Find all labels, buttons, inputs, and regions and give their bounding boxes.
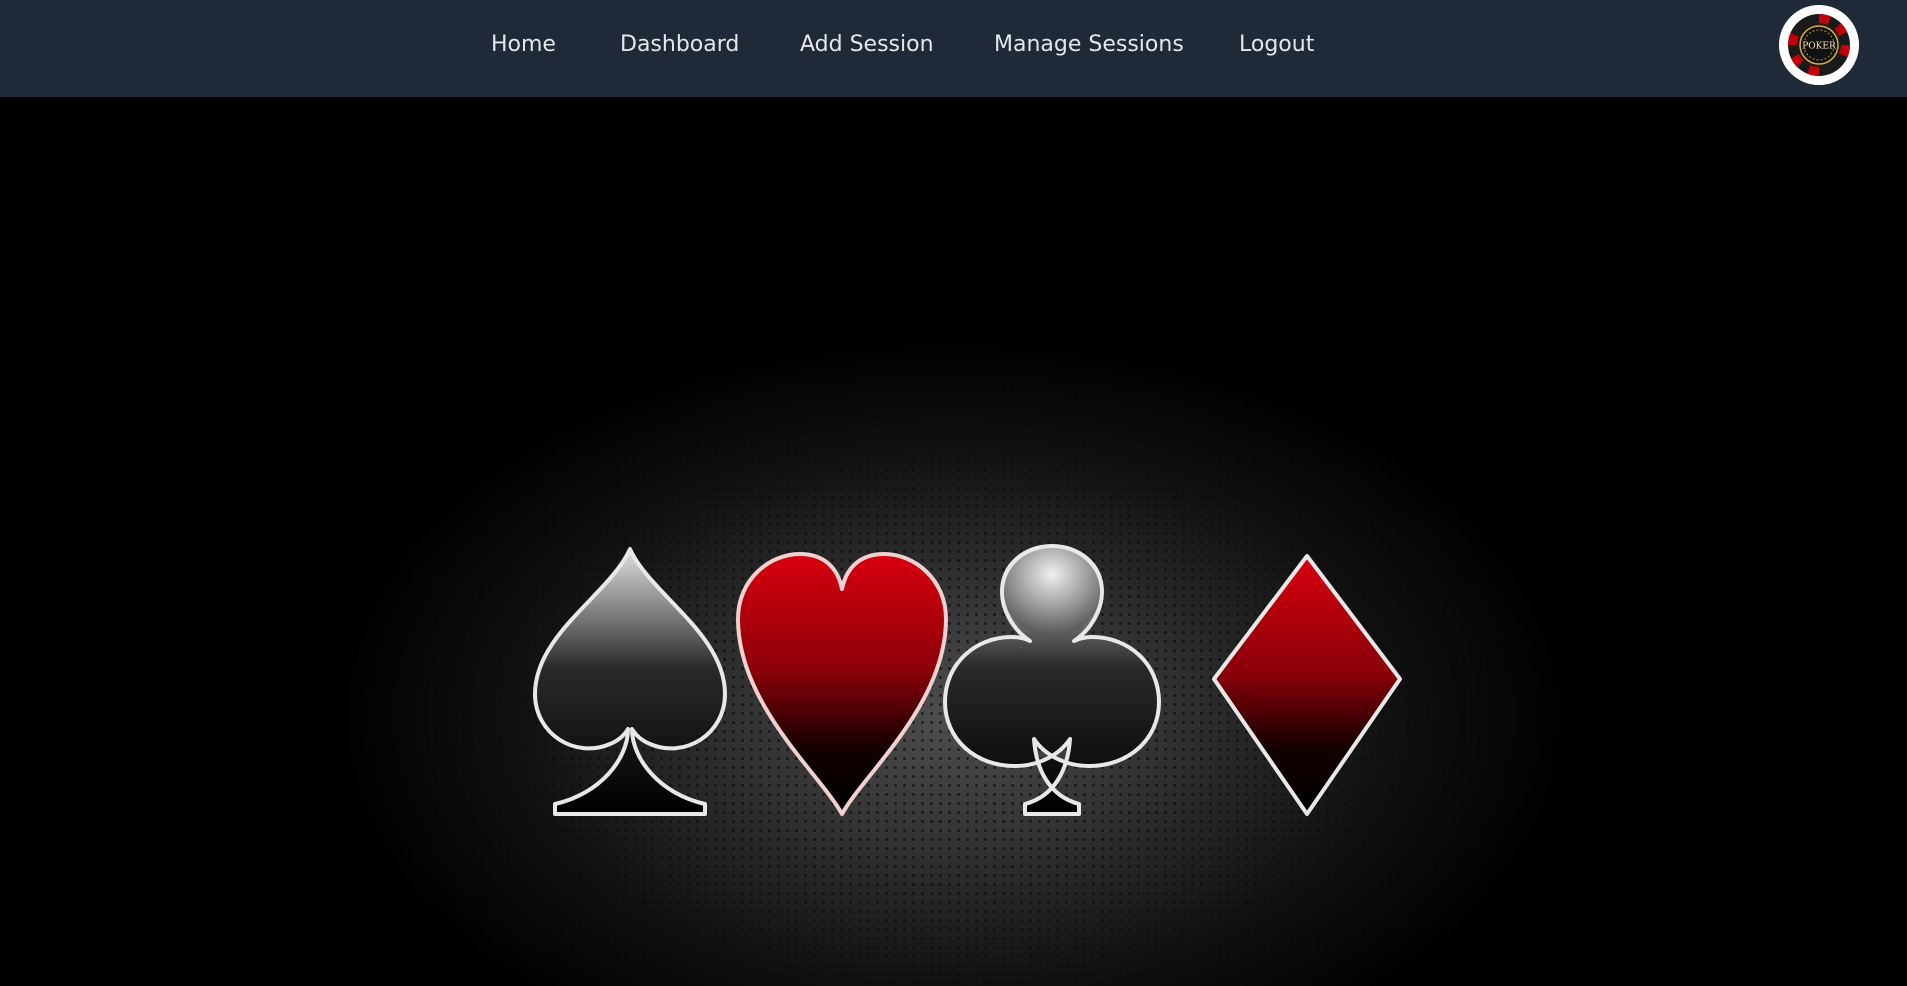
club-icon — [943, 544, 1161, 816]
nav-link-manage-sessions[interactable]: Manage Sessions — [994, 30, 1184, 60]
navbar: Home Dashboard Add Session Manage Sessio… — [0, 0, 1907, 97]
nav-link-home[interactable]: Home — [491, 30, 556, 60]
nav-link-add-session[interactable]: Add Session — [800, 30, 934, 60]
heart-icon — [736, 552, 948, 816]
nav-link-logout[interactable]: Logout — [1239, 30, 1314, 60]
diamond-icon — [1212, 554, 1402, 816]
poker-chip-logo[interactable]: POKER — [1779, 5, 1859, 85]
nav-link-dashboard[interactable]: Dashboard — [620, 30, 739, 60]
hero-banner — [0, 97, 1907, 986]
spade-icon — [533, 547, 727, 816]
logo-text: POKER — [1802, 42, 1836, 52]
nav-links: Home Dashboard Add Session Manage Sessio… — [0, 0, 1907, 97]
card-suits-graphic — [533, 544, 1402, 816]
